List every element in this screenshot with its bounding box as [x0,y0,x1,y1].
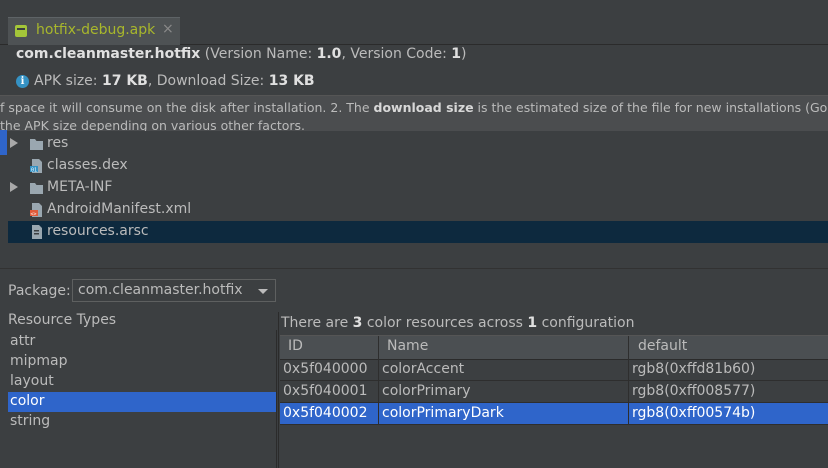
tree-item-resources-arsc[interactable]: resources.arsc [8,221,828,243]
expand-arrow-icon[interactable] [10,138,18,148]
arsc-file-icon [32,225,42,239]
tab-close-icon[interactable]: × [162,21,174,37]
version-name: 1.0 [316,46,342,62]
size-info-tooltip: f space it will consume on the disk afte… [0,95,828,131]
version-code: 1 [451,46,462,62]
column-header-default[interactable]: default [638,338,687,354]
apk-size-info: i APK size: 17 KB, Download Size: 13 KB [16,73,315,89]
resource-type-layout[interactable]: layout [8,372,276,392]
resource-types-list[interactable]: attr mipmap layout color string [8,330,277,468]
package-name: com.cleanmaster.hotfix [16,46,201,62]
resource-type-string[interactable]: string [8,412,276,432]
cell-name: colorPrimaryDark [382,405,504,421]
cell-default: rgb8(0xff008577) [632,383,756,399]
cell-id: 0x5f040000 [283,361,368,377]
folder-icon [30,139,43,150]
tree-item-androidmanifest-xml[interactable]: <> AndroidManifest.xml [8,199,828,221]
table-row[interactable]: 0x5f040000 colorAccent rgb8(0xffd81b60) [280,359,828,381]
cell-name: colorAccent [382,361,465,377]
svg-text:<>: <> [31,211,37,217]
folder-icon [30,183,43,194]
table-row[interactable]: 0x5f040001 colorPrimary rgb8(0xff008577) [280,381,828,403]
cell-default: rgb8(0xffd81b60) [632,361,756,377]
tab-title: hotfix-debug.apk [36,22,156,38]
resource-types-header: Resource Types [8,312,117,328]
package-label: Package: [8,283,71,299]
resource-summary: There are 3 color resources across 1 con… [281,315,635,331]
resource-type-attr[interactable]: attr [8,332,276,352]
info-icon[interactable]: i [16,75,29,88]
expand-arrow-icon[interactable] [10,182,18,192]
svg-text:01: 01 [31,167,37,173]
tree-item-res[interactable]: res [8,133,828,155]
chevron-down-icon [258,289,268,294]
resource-table-header: ID Name default [280,335,828,360]
dex-file-icon: 01 [30,159,42,173]
apk-header-title: com.cleanmaster.hotfix (Version Name: 1.… [16,46,467,62]
xml-file-icon: <> [30,203,42,217]
column-header-id[interactable]: ID [288,338,303,354]
cell-name: colorPrimary [382,383,471,399]
apk-file-icon [15,25,27,37]
download-size-value: 13 KB [268,73,315,89]
cell-id: 0x5f040001 [283,383,368,399]
column-resize-handle[interactable] [378,336,379,359]
resource-type-color[interactable]: color [8,392,276,412]
table-row[interactable]: 0x5f040002 colorPrimaryDark rgb8(0xff005… [280,403,828,425]
column-header-name[interactable]: Name [387,338,428,354]
package-dropdown-value: com.cleanmaster.hotfix [78,282,243,298]
tree-item-meta-inf[interactable]: META-INF [8,177,828,199]
column-resize-handle[interactable] [628,336,629,359]
package-dropdown[interactable]: com.cleanmaster.hotfix [72,279,276,302]
cell-id: 0x5f040002 [283,405,368,421]
apk-size-value: 17 KB [101,73,148,89]
resource-type-mipmap[interactable]: mipmap [8,352,276,372]
tree-item-classes-dex[interactable]: 01 classes.dex [8,155,828,177]
tree-focus-indicator [0,130,7,155]
panel-divider[interactable] [0,268,828,269]
tab-hotfix-debug-apk[interactable]: hotfix-debug.apk × [8,17,180,45]
cell-default: rgb8(0xff00574b) [632,405,756,421]
